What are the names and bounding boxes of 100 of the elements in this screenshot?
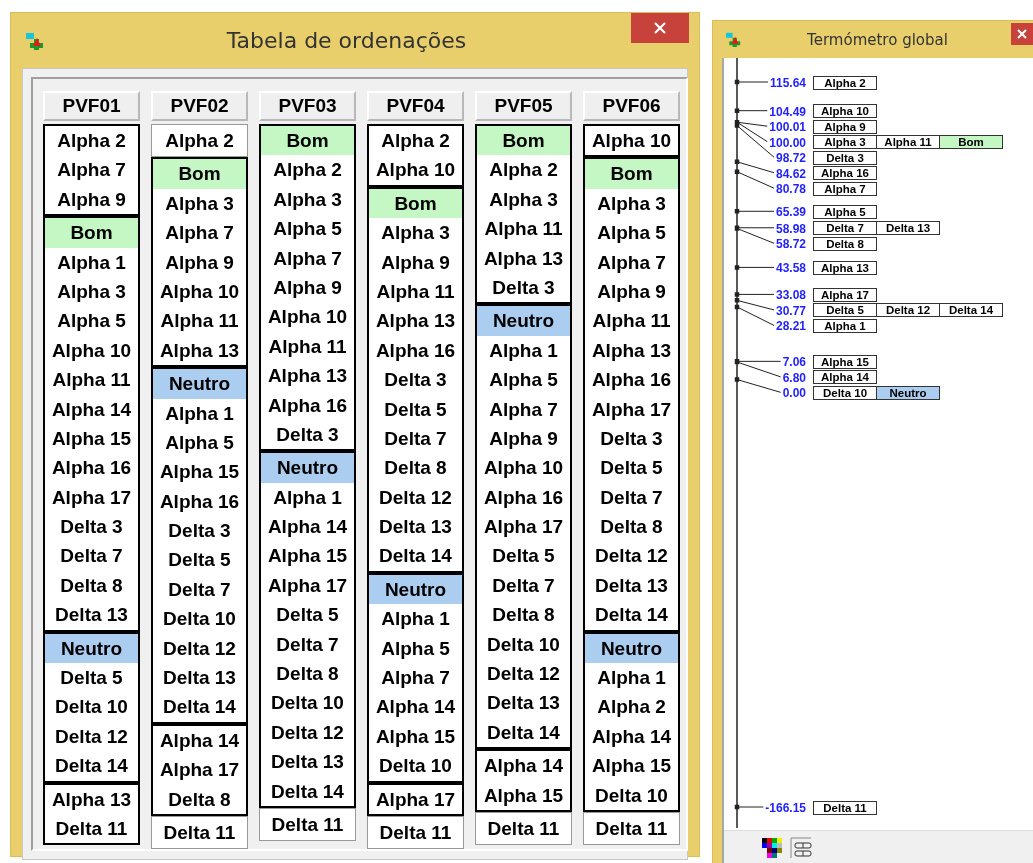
window-title: Termómetro global [806,30,949,49]
ranking-cell: Bom [261,126,354,156]
ranking-cell-text: Alpha 3 [272,187,343,212]
ranking-cell-text: Delta 10 [594,783,669,808]
leader-line [736,210,775,212]
leader-line [736,81,769,83]
leader-line [736,379,782,393]
score-value: -166.15 [765,801,806,815]
score-value: 100.01 [769,120,806,135]
ranking-cell-text: Alpha 15 [50,426,133,451]
close-button[interactable] [1011,23,1033,45]
ranking-cell-text: Alpha 5 [596,221,667,246]
ranking-cell-text: Alpha 5 [380,636,451,661]
score-value: 0.00 [782,386,806,401]
score-value: 7.06 [782,355,806,370]
ranking-cell-text: Alpha 7 [380,666,451,691]
ranking-cell: Bom [369,188,462,219]
option-label: Alpha 3 [813,135,877,150]
close-icon [1017,28,1027,40]
ranking-cell: Bom [477,126,570,156]
ranking-cell-text: Alpha 9 [596,279,667,304]
ranking-cell-text: Alpha 10 [50,338,133,363]
option-label: Neutro [876,385,940,400]
ranking-cell-text: Alpha 17 [158,758,241,783]
ranking-cell-text: Alpha 14 [266,515,349,540]
ranking-cell-text: Alpha 1 [164,401,235,426]
column-header[interactable]: PVF01 [43,91,140,121]
layout-icon[interactable] [790,836,814,859]
score-value: 65.39 [775,205,806,220]
ranking-cell-text: Alpha 17 [266,573,349,598]
option-label: Delta 3 [813,150,877,165]
option-label: Delta 7 [813,221,877,236]
ranking-cell: Neutro [477,306,570,336]
option-label: Alpha 15 [813,354,877,369]
ranking-cell-text: Alpha 5 [164,430,235,455]
ranking-cell-text: Alpha 9 [380,250,451,275]
ranking-cell-text: Alpha 13 [158,338,241,363]
leader-line [736,293,775,295]
ranking-cell-text: Delta 3 [167,519,232,544]
option-label: Alpha 16 [813,166,877,181]
column-header[interactable]: PVF05 [475,91,572,121]
ranking-cell-text: Alpha 14 [374,695,457,720]
ranking-cell-text: Delta 13 [378,515,453,540]
ranking-cell-text: Alpha 9 [488,426,559,451]
ranking-cell-text: Alpha 13 [590,338,673,363]
ranking-cell-text: Alpha 7 [488,397,559,422]
ranking-cell-text: Delta 14 [54,754,129,779]
option-label: Alpha 13 [813,260,877,275]
ranking-cell-text: Alpha 1 [272,485,343,510]
column-header[interactable]: PVF02 [151,91,248,121]
window-title: Tabela de ordenações [225,28,468,53]
ranking-cell-text: Alpha 15 [590,754,673,779]
option-label: Delta 10 [813,385,877,400]
ranking-cell-text: Alpha 5 [272,217,343,242]
ranking-cell-text: Alpha 2 [164,129,235,153]
ranking-cell-text: Alpha 13 [374,309,457,334]
ranking-cell-text: Delta 3 [599,426,664,451]
ranking-cell-text: Alpha 7 [272,246,343,271]
score-value: 84.62 [775,166,806,181]
close-button[interactable] [631,13,689,43]
palette-icon[interactable] [762,837,782,858]
ranking-cell-text: Delta 12 [162,636,237,661]
score-value: 6.80 [782,370,806,385]
option-label: Delta 8 [813,236,877,251]
ranking-cell-text: Delta 5 [383,397,448,422]
score-value: 58.98 [775,221,806,236]
leader-line [736,266,775,268]
option-label: Delta 13 [876,221,940,236]
score-value: 100.00 [769,135,806,150]
option-label: Alpha 9 [813,119,877,134]
ranking-cell-text: Alpha 7 [56,158,127,183]
score-value: 43.58 [775,261,806,276]
score-value: 115.64 [769,76,806,90]
ranking-cell-text: Delta 13 [270,750,345,775]
score-value: 104.49 [769,104,806,119]
option-label: Alpha 7 [813,181,877,196]
ranking-cell-text: Alpha 2 [380,129,451,153]
ranking-cell-text: Delta 13 [162,666,237,691]
score-value: 98.72 [775,151,806,166]
ranking-cell-text: Delta 5 [275,603,340,628]
ranking-cell-text: Alpha 17 [50,485,133,510]
ranking-cell-text: Delta 7 [59,544,124,569]
ranking-cell-text: Delta 13 [54,603,129,628]
ranking-cell-text: Delta 14 [378,544,453,569]
ranking-cell-text: Delta 14 [162,695,237,720]
ranking-cell-text: Delta 3 [275,422,340,447]
close-icon [653,21,667,35]
ranking-cell-text: Delta 3 [383,368,448,393]
ranking-cell-text: Alpha 16 [158,489,241,514]
ranking-cell-text: Alpha 10 [482,456,565,481]
column-header[interactable]: PVF03 [259,91,356,121]
option-label: Alpha 1 [813,318,877,333]
column-header[interactable]: PVF04 [367,91,464,121]
score-value: 28.21 [775,319,806,334]
option-label: Bom [939,135,1003,150]
option-label: Alpha 17 [813,287,877,302]
ranking-cell-text: Alpha 16 [374,338,457,363]
ranking-cell-text: Alpha 2 [488,158,559,183]
ranking-cell: Neutro [45,633,138,664]
column-header[interactable]: PVF06 [583,91,680,121]
